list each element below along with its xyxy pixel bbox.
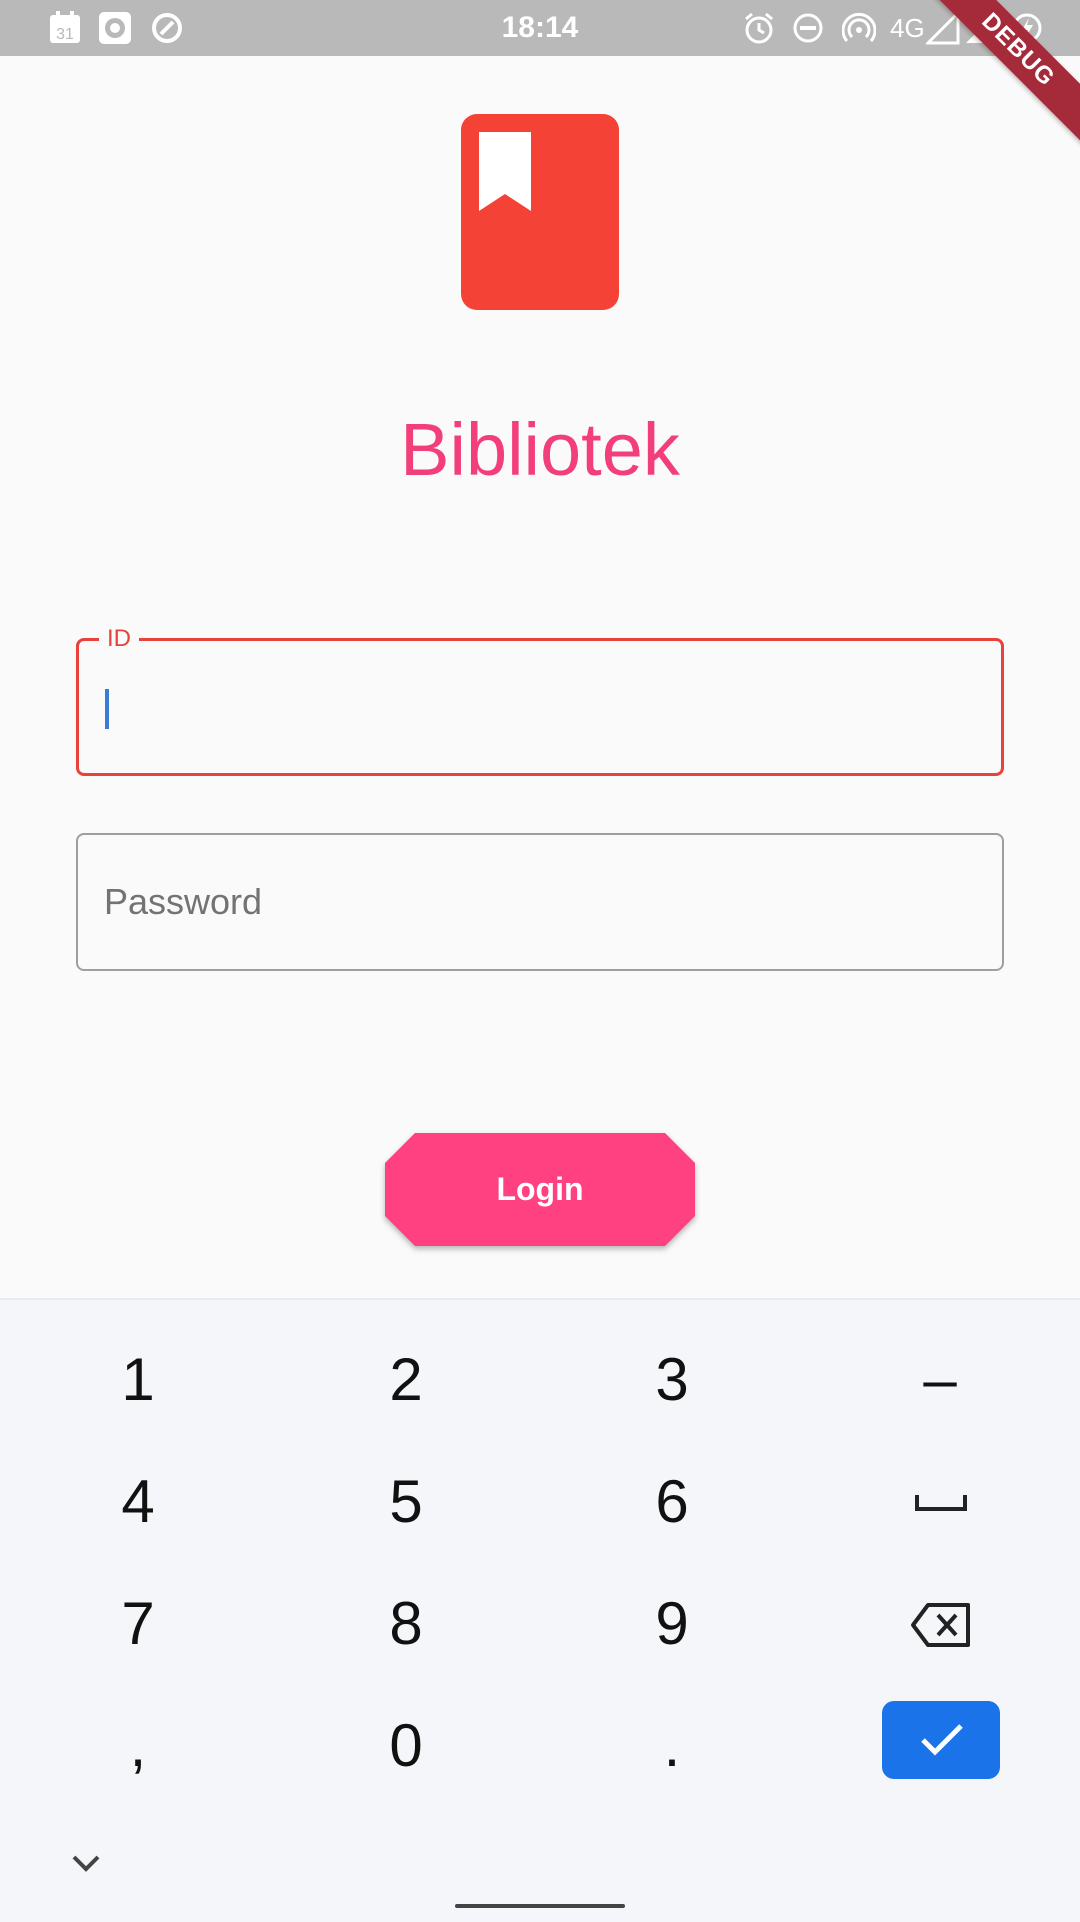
key-4[interactable]: 4 [38, 1447, 238, 1557]
alarm-icon [745, 12, 773, 44]
app-title: Bibliotek [400, 408, 680, 491]
key-3[interactable]: 3 [572, 1325, 772, 1435]
numeric-keyboard: 1 2 3 – 4 5 6 7 8 9 , 0 . [0, 1298, 1080, 1922]
book-bookmark-icon [461, 114, 619, 310]
key-5[interactable]: 5 [306, 1447, 506, 1557]
key-dash[interactable]: – [840, 1325, 1040, 1435]
status-bar: 31 18:14 4G [0, 0, 1080, 56]
key-2[interactable]: 2 [306, 1325, 506, 1435]
key-1[interactable]: 1 [38, 1325, 238, 1435]
login-button-wrapper: Login [385, 1133, 695, 1246]
id-field[interactable]: ID [76, 624, 1004, 776]
do-not-disturb-icon [793, 13, 823, 43]
id-field-label: ID [99, 624, 139, 654]
key-8[interactable]: 8 [306, 1569, 506, 1679]
password-field[interactable]: Password [76, 833, 1004, 971]
key-0[interactable]: 0 [306, 1691, 506, 1801]
space-key-icon[interactable] [914, 1493, 968, 1513]
network-type: 4G [890, 13, 925, 43]
key-9[interactable]: 9 [572, 1569, 772, 1679]
key-7[interactable]: 7 [38, 1569, 238, 1679]
chevron-down-icon[interactable] [66, 1848, 106, 1878]
password-placeholder: Password [104, 881, 263, 922]
key-comma[interactable]: , [38, 1691, 238, 1801]
home-indicator[interactable] [455, 1904, 625, 1908]
key-period[interactable]: . [572, 1691, 772, 1801]
enter-key[interactable] [882, 1701, 1000, 1779]
login-button[interactable]: Login [385, 1133, 695, 1246]
check-icon [921, 1724, 963, 1756]
backspace-icon[interactable] [910, 1602, 972, 1648]
key-6[interactable]: 6 [572, 1447, 772, 1557]
hotspot-icon [842, 12, 876, 42]
text-cursor [105, 689, 109, 729]
